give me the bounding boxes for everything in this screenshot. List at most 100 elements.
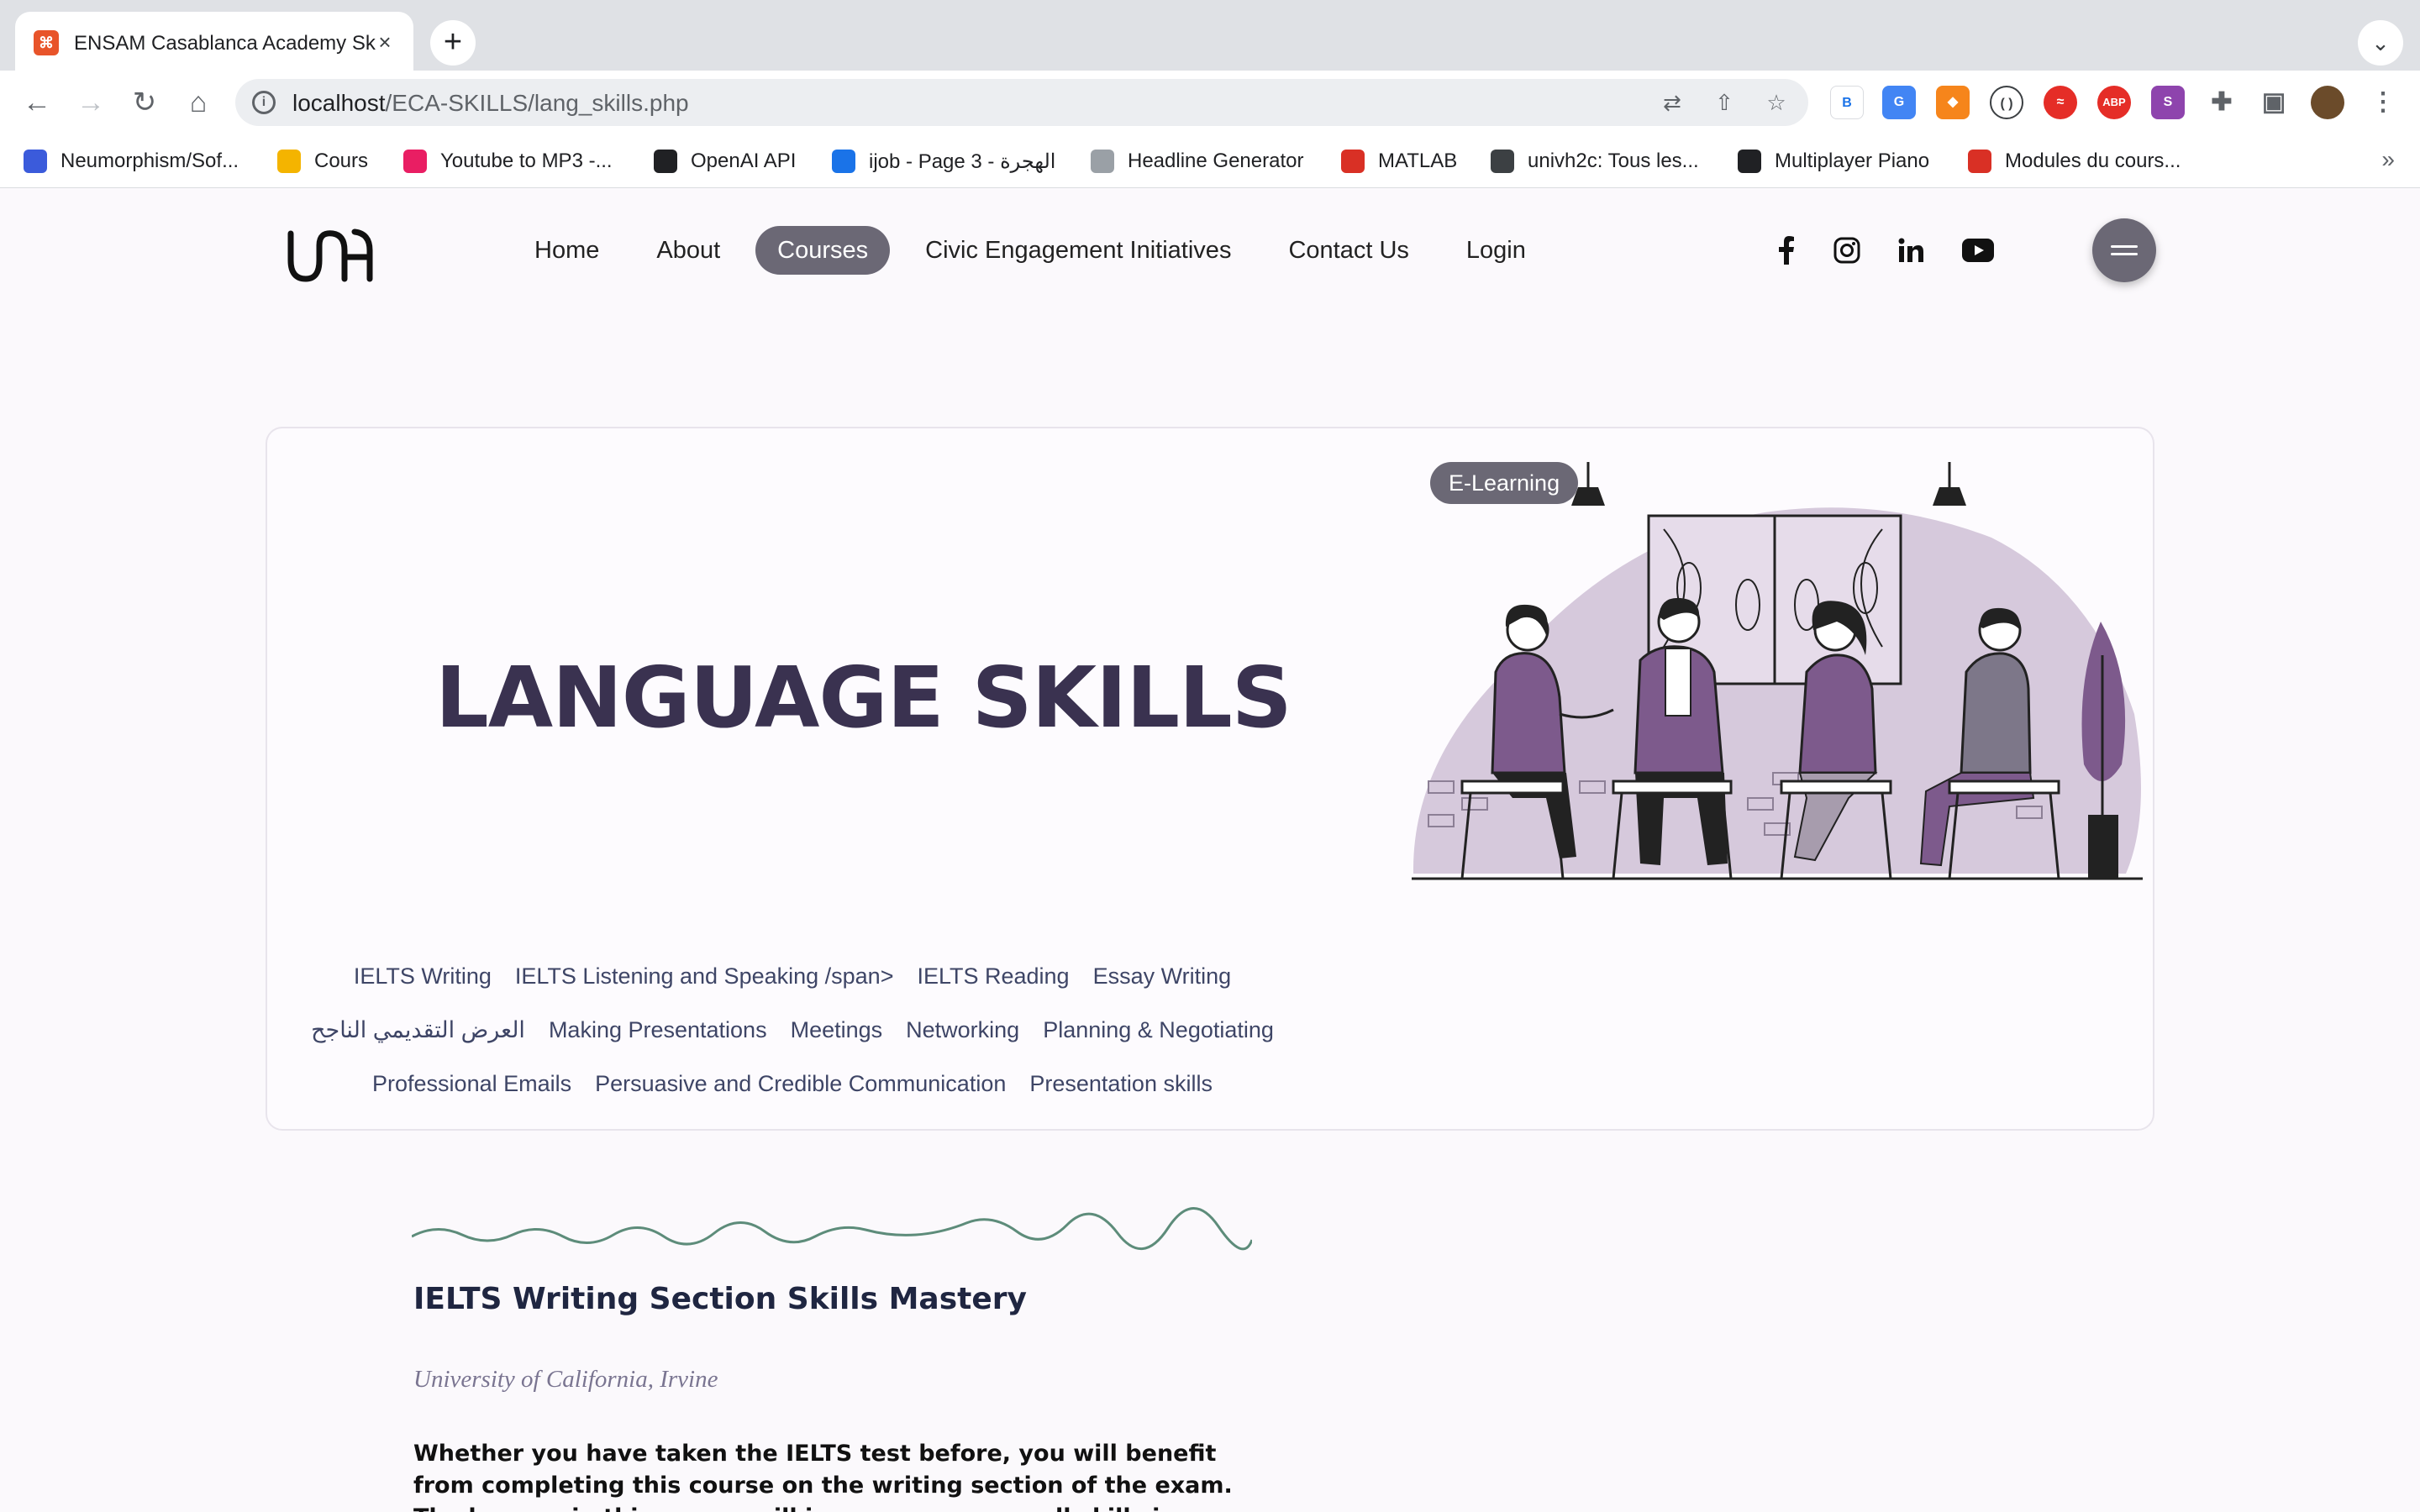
bookmark-item[interactable]: univh2c: Tous les... xyxy=(1491,146,1699,176)
course-title: IELTS Writing Section Skills Mastery xyxy=(413,1282,1028,1316)
adblock-plus-icon[interactable]: ABP xyxy=(2097,86,2131,119)
course-links-row: Professional Emails Persuasive and Credi… xyxy=(267,1057,1318,1110)
course-links-row: IELTS Writing IELTS Listening and Speaki… xyxy=(267,949,1318,1003)
bookmark-item[interactable]: Neumorphism/Sof... xyxy=(24,146,239,176)
course-links-row: العرض التقديمي الناجح Making Presentatio… xyxy=(267,1003,1318,1057)
extension-purple-badge-icon[interactable]: S xyxy=(2151,86,2185,119)
course-university: University of California, Irvine xyxy=(413,1366,718,1393)
extensions-puzzle-icon[interactable]: ✚ xyxy=(2205,86,2238,119)
link-essay-writing[interactable]: Essay Writing xyxy=(1093,963,1232,990)
tab-close-icon[interactable]: × xyxy=(370,27,400,57)
link-planning-negotiating[interactable]: Planning & Negotiating xyxy=(1043,1017,1274,1043)
bookmark-label: ijob - Page 3 - الهجرة xyxy=(869,150,1056,173)
matlab-icon xyxy=(1341,150,1365,173)
link-successful-presentation-arabic[interactable]: العرض التقديمي الناجح xyxy=(311,1017,525,1043)
youtube-icon[interactable] xyxy=(1953,227,2003,274)
ijob-icon xyxy=(832,150,855,173)
link-ielts-listening-speaking[interactable]: IELTS Listening and Speaking /span> xyxy=(515,963,894,990)
translate-icon[interactable]: ⇄ xyxy=(1657,87,1687,118)
bookmark-label: MATLAB xyxy=(1378,150,1458,172)
extension-red-icon[interactable]: ≈ xyxy=(2044,86,2077,119)
bookmarks-bar: Neumorphism/Sof... Cours Youtube to MP3 … xyxy=(0,134,2420,188)
bookmark-item[interactable]: Multiplayer Piano xyxy=(1738,146,1929,176)
linkedin-icon[interactable] xyxy=(1886,227,1936,274)
wavy-divider xyxy=(412,1207,1252,1251)
new-tab-button[interactable]: + xyxy=(430,20,476,66)
download-icon xyxy=(403,150,427,173)
url-text: localhost/ECA-SKILLS/lang_skills.php xyxy=(292,89,689,118)
reload-icon[interactable]: ↻ xyxy=(124,82,165,123)
link-ielts-writing[interactable]: IELTS Writing xyxy=(354,963,492,990)
xampp-favicon-icon: ⌘ xyxy=(34,30,59,55)
browser-toolbar: ← → ↻ ⌂ i localhost/ECA-SKILLS/lang_skil… xyxy=(0,71,2420,134)
nav-about[interactable]: About xyxy=(634,226,742,275)
browser-tab-strip: ⌘ ENSAM Casablanca Academy Skills × + ⌄ xyxy=(0,0,2420,71)
bookmark-label: Youtube to MP3 -... xyxy=(440,150,613,172)
share-icon[interactable]: ⇧ xyxy=(1709,87,1739,118)
bookmark-label: OpenAI API xyxy=(691,150,797,172)
course-links: IELTS Writing IELTS Listening and Speaki… xyxy=(267,949,1318,1110)
side-panel-icon[interactable]: ▣ xyxy=(2257,86,2291,119)
gear-red-icon xyxy=(1968,150,1991,173)
bookmark-label: Neumorphism/Sof... xyxy=(60,150,239,172)
bookmark-item[interactable]: OpenAI API xyxy=(654,146,796,176)
forward-arrow-icon[interactable]: → xyxy=(71,82,111,123)
hero-card: LANGUAGE SKILLS E-Learning IELTS Writing… xyxy=(266,427,2154,1131)
google-translate-extension-icon[interactable]: G xyxy=(1882,86,1916,119)
bookmark-label: Cours xyxy=(314,150,369,172)
link-professional-emails[interactable]: Professional Emails xyxy=(372,1071,571,1097)
browser-tab[interactable]: ⌘ ENSAM Casablanca Academy Skills × xyxy=(15,12,413,71)
globe-icon xyxy=(1491,150,1514,173)
bookmark-label: univh2c: Tous les... xyxy=(1528,150,1699,172)
extension-b-icon[interactable]: B xyxy=(1830,86,1864,119)
link-meetings[interactable]: Meetings xyxy=(791,1017,883,1043)
nav-home[interactable]: Home xyxy=(513,226,621,275)
address-bar[interactable]: i localhost/ECA-SKILLS/lang_skills.php ⇄… xyxy=(235,79,1808,126)
piano-icon xyxy=(1738,150,1761,173)
bookmarks-overflow-icon[interactable]: » xyxy=(2381,146,2395,173)
metamask-extension-icon[interactable]: ◆ xyxy=(1936,86,1970,119)
web-page: Home About Courses Civic Engagement Init… xyxy=(0,188,2420,1512)
nav-login[interactable]: Login xyxy=(1444,226,1548,275)
lightbulb-icon xyxy=(1091,150,1114,173)
link-presentation-skills[interactable]: Presentation skills xyxy=(1029,1071,1213,1097)
openai-icon xyxy=(654,150,677,173)
bookmark-item[interactable]: Headline Generator xyxy=(1091,146,1303,176)
bookmark-item[interactable]: MATLAB xyxy=(1341,146,1457,176)
site-info-icon[interactable]: i xyxy=(252,91,276,114)
bookmark-label: Modules du cours... xyxy=(2005,150,2181,172)
profile-avatar[interactable] xyxy=(2311,86,2344,119)
bookmark-item[interactable]: Youtube to MP3 -... xyxy=(403,146,613,176)
url-host: localhost xyxy=(292,90,386,116)
facebook-icon[interactable] xyxy=(1761,227,1812,274)
back-arrow-icon[interactable]: ← xyxy=(17,82,57,123)
link-networking[interactable]: Networking xyxy=(906,1017,1019,1043)
main-nav: Home About Courses Civic Engagement Init… xyxy=(513,225,1548,276)
bookmark-star-icon[interactable]: ☆ xyxy=(1761,87,1791,118)
url-path: /ECA-SKILLS/lang_skills.php xyxy=(385,90,689,116)
page-title: LANGUAGE SKILLS xyxy=(435,648,1292,747)
nav-civic-engagement[interactable]: Civic Engagement Initiatives xyxy=(903,226,1253,275)
bookmark-item[interactable]: ijob - Page 3 - الهجرة xyxy=(832,146,1055,176)
instagram-icon[interactable] xyxy=(1822,227,1872,274)
site-logo[interactable] xyxy=(286,225,378,284)
nav-courses[interactable]: Courses xyxy=(755,226,891,275)
bookmark-item[interactable]: Cours xyxy=(277,146,368,176)
link-persuasive-communication[interactable]: Persuasive and Credible Communication xyxy=(595,1071,1006,1097)
course-description: Whether you have taken the IELTS test be… xyxy=(413,1441,1233,1512)
extension-circle-icon[interactable]: ( ) xyxy=(1990,86,2023,119)
link-making-presentations[interactable]: Making Presentations xyxy=(549,1017,767,1043)
nav-contact-us[interactable]: Contact Us xyxy=(1266,226,1430,275)
e-learning-badge: E-Learning xyxy=(1430,462,1579,504)
link-ielts-reading[interactable]: IELTS Reading xyxy=(917,963,1069,990)
bookmark-item[interactable]: Modules du cours... xyxy=(1968,146,2181,176)
tab-search-icon[interactable]: ⌄ xyxy=(2358,20,2403,66)
google-classroom-icon xyxy=(277,150,301,173)
home-icon[interactable]: ⌂ xyxy=(178,82,218,123)
bookmark-label: Headline Generator xyxy=(1128,150,1304,172)
bookmark-label: Multiplayer Piano xyxy=(1775,150,1930,172)
tab-title: ENSAM Casablanca Academy Skills xyxy=(74,32,376,55)
neumorphism-bookmark-icon xyxy=(24,150,47,173)
hamburger-menu-button[interactable] xyxy=(2092,218,2156,282)
browser-menu-icon[interactable]: ⋮ xyxy=(2366,86,2400,119)
